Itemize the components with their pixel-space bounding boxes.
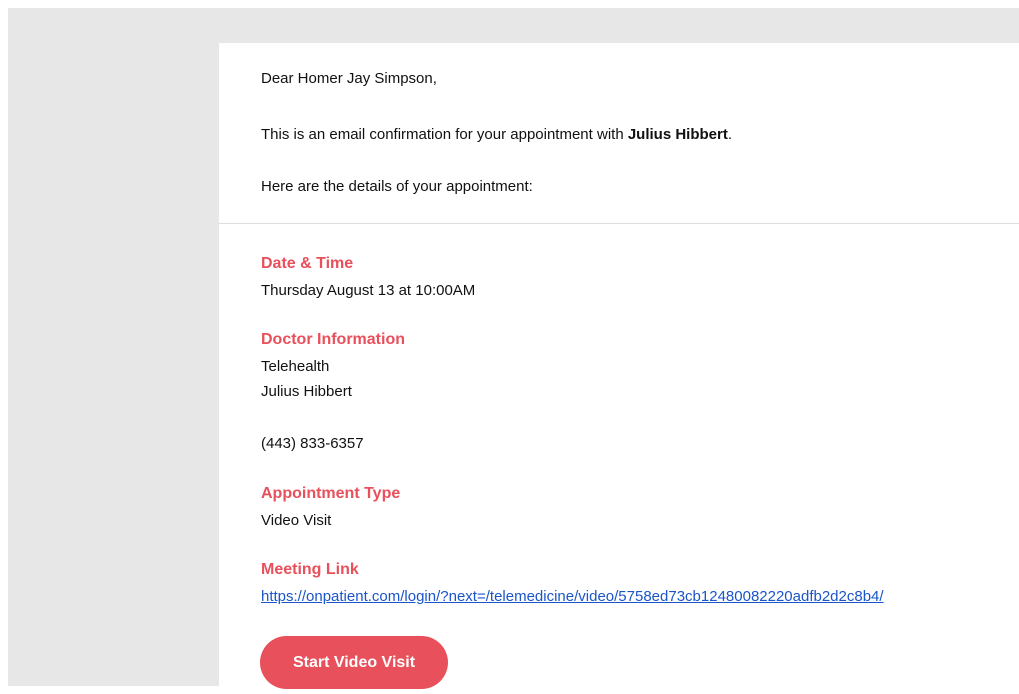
- section-divider: [219, 223, 1019, 224]
- appointment-type-value: Video Visit: [261, 512, 332, 529]
- greeting-text: Dear Homer Jay Simpson,: [261, 70, 437, 87]
- confirmation-prefix: This is an email confirmation for your a…: [261, 126, 628, 143]
- meeting-link-label: Meeting Link: [261, 561, 359, 578]
- doctor-name-bold: Julius Hibbert: [627, 126, 728, 143]
- email-background: Dear Homer Jay Simpson, This is an email…: [8, 8, 1019, 694]
- email-card: Dear Homer Jay Simpson, This is an email…: [219, 43, 1019, 694]
- datetime-label: Date & Time: [261, 255, 354, 272]
- details-intro-text: Here are the details of your appointment…: [261, 178, 533, 195]
- appointment-type-label: Appointment Type: [261, 485, 401, 502]
- doctor-location: Telehealth: [261, 358, 330, 375]
- start-video-visit-button[interactable]: Start Video Visit: [260, 636, 448, 689]
- meeting-link-url[interactable]: https://onpatient.com/login/?next=/telem…: [261, 588, 884, 605]
- doctor-phone: (443) 833-6357: [261, 435, 364, 452]
- datetime-value: Thursday August 13 at 10:00AM: [261, 282, 476, 299]
- confirmation-suffix: .: [727, 126, 733, 143]
- doctor-name: Julius Hibbert: [261, 383, 352, 400]
- doctor-info-label: Doctor Information: [261, 331, 405, 348]
- confirmation-text: This is an email confirmation for your a…: [261, 126, 732, 143]
